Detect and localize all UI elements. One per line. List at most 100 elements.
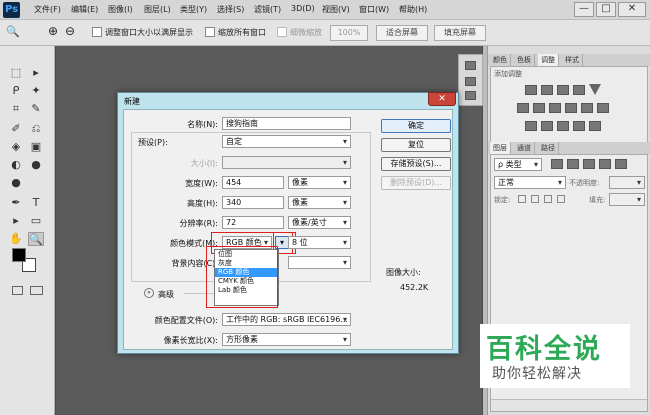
menu-3d[interactable]: 3D(D) [291,4,315,13]
dodge-tool-icon[interactable]: ● [8,176,24,190]
tab-channels[interactable]: 通道 [514,142,535,154]
opacity-input[interactable] [609,176,645,189]
path-select-tool-icon[interactable]: ▸ [8,214,24,228]
lock-position-icon[interactable] [544,195,552,203]
move-tool-icon[interactable]: ▸ [28,66,44,80]
dialog-close-button[interactable]: ✕ [428,92,456,106]
color-profile-select[interactable]: 工作中的 RGB: sRGB IEC6196... [222,313,351,326]
resolution-unit-select[interactable]: 像素/英寸 [288,216,351,229]
scrubby-zoom-checkbox[interactable] [277,27,287,37]
eyedropper-tool-icon[interactable]: ✎ [28,102,44,116]
minimize-button[interactable]: — [574,2,594,17]
invert-icon[interactable] [525,121,537,131]
restore-button[interactable]: □ [596,2,616,17]
fill-screen-button[interactable]: 填充屏幕 [434,25,486,41]
marquee-tool-icon[interactable]: ⬚ [8,66,24,80]
filter-type-icon[interactable] [583,159,595,169]
resolution-input[interactable]: 72 [222,216,284,229]
exposure-icon[interactable] [573,85,585,95]
filter-smart-icon[interactable] [615,159,627,169]
type-tool-icon[interactable]: T [28,196,44,210]
bit-depth-select[interactable]: 8 位 [288,236,351,249]
menu-type[interactable]: 类型(Y) [180,4,207,15]
height-unit-select[interactable]: 像素 [288,196,351,209]
healing-brush-icon[interactable]: ✐ [8,122,24,136]
clone-stamp-icon[interactable]: ◈ [8,140,24,154]
zoom-in-icon[interactable]: ⊕ [48,24,58,38]
posterize-icon[interactable] [541,121,553,131]
pen-tool-icon[interactable]: ✒ [8,196,24,210]
tab-adjustments[interactable]: 调整 [538,54,559,66]
quick-select-tool-icon[interactable]: ✦ [28,84,44,98]
size-select[interactable] [222,156,351,169]
menu-edit[interactable]: 编辑(E) [71,4,98,15]
zoom-tool-icon[interactable]: 🔍 [6,25,20,38]
zoom-out-icon[interactable]: ⊖ [65,24,75,38]
menu-file[interactable]: 文件(F) [34,4,61,15]
photo-filter-icon[interactable] [565,103,577,113]
black-white-icon[interactable] [549,103,561,113]
fit-screen-button[interactable]: 适合屏幕 [376,25,428,41]
crop-tool-icon[interactable]: ⌗ [8,102,24,116]
width-input[interactable]: 454 [222,176,284,189]
hand-tool-icon[interactable]: ✋ [8,232,24,246]
brightness-icon[interactable] [525,85,537,95]
eraser-tool-icon[interactable]: ◐ [8,158,24,172]
width-unit-select[interactable]: 像素 [288,176,351,189]
filter-adjust-icon[interactable] [567,159,579,169]
brush-tool-icon[interactable]: ⎌ [28,122,44,136]
zoom-100-button[interactable]: 100% [330,25,368,41]
tab-color[interactable]: 颜色 [490,54,511,66]
properties-panel-icon[interactable] [465,77,476,86]
pixel-aspect-select[interactable]: 方形像素 [222,333,351,346]
lasso-tool-icon[interactable]: ᑭ [8,84,24,98]
tab-paths[interactable]: 路径 [538,142,559,154]
lock-all-icon[interactable] [557,195,565,203]
hue-saturation-icon[interactable] [517,103,529,113]
foreground-color-swatch[interactable] [12,248,26,262]
color-balance-icon[interactable] [533,103,545,113]
channel-mixer-icon[interactable] [581,103,593,113]
menu-help[interactable]: 帮助(H) [399,4,427,15]
filter-pixel-icon[interactable] [551,159,563,169]
color-lookup-icon[interactable] [597,103,609,113]
name-input[interactable]: 搜狗指南 [222,117,351,130]
blend-mode-select[interactable]: 正常 [494,176,566,189]
history-panel-icon[interactable] [465,61,476,70]
gradient-map-icon[interactable] [589,121,601,131]
history-brush-icon[interactable]: ▣ [28,140,44,154]
menu-select[interactable]: 选择(S) [217,4,244,15]
delete-preset-button[interactable]: 删除预设(D)... [381,176,451,190]
tab-styles[interactable]: 样式 [562,54,583,66]
zoom-all-checkbox[interactable] [205,27,215,37]
menu-view[interactable]: 视图(V) [322,4,350,15]
height-input[interactable]: 340 [222,196,284,209]
levels-icon[interactable] [541,85,553,95]
layer-kind-select[interactable]: ρ 类型 [494,158,542,171]
resize-windows-checkbox[interactable] [92,27,102,37]
lock-transparent-icon[interactable] [518,195,526,203]
fill-input[interactable] [609,193,645,206]
vibrance-icon[interactable] [589,84,601,95]
save-preset-button[interactable]: 存储预设(S)... [381,157,451,171]
quick-mask-icon[interactable] [12,286,23,295]
tab-layers[interactable]: 图层 [490,142,511,154]
ok-button[interactable]: 确定 [381,119,451,133]
screen-mode-icon[interactable] [30,286,43,295]
menu-window[interactable]: 窗口(W) [359,4,389,15]
close-button[interactable]: ✕ [618,2,646,17]
curves-icon[interactable] [557,85,569,95]
menu-image[interactable]: 图像(I) [108,4,133,15]
selective-color-icon[interactable] [573,121,585,131]
advanced-toggle-icon[interactable]: » [144,288,154,298]
menu-filter[interactable]: 滤镜(T) [254,4,281,15]
rectangle-tool-icon[interactable]: ▭ [28,214,44,228]
reset-button[interactable]: 复位 [381,138,451,152]
lock-pixels-icon[interactable] [531,195,539,203]
preset-select[interactable]: 自定 [222,135,351,148]
menu-layer[interactable]: 图层(L) [144,4,171,15]
threshold-icon[interactable] [557,121,569,131]
swatch-panel-icon[interactable] [465,91,476,100]
filter-shape-icon[interactable] [599,159,611,169]
gradient-tool-icon[interactable]: ● [28,158,44,172]
